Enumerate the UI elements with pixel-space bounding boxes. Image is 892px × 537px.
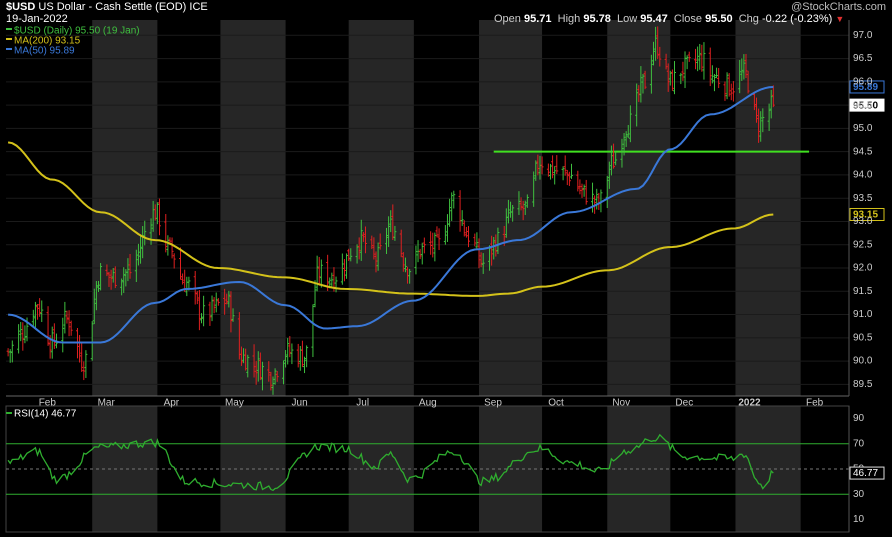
x-tick-label: 2022 [738,398,761,409]
price-tick-label: 91.5 [853,286,873,297]
month-band [735,20,801,396]
high-label: High [557,13,581,25]
month-band [348,20,414,396]
price-tick-label: 92.0 [853,263,873,274]
price-tick-label: 93.0 [853,216,873,227]
x-tick-label: Jul [356,398,369,409]
price-tick-label: 90.5 [853,332,873,343]
month-band [92,20,158,396]
x-tick-label: Feb [806,398,824,409]
close-label: Close [673,13,703,25]
price-tick-label: 95.5 [853,100,873,111]
instrument-name: US Dollar - Cash Settle (EOD) [38,1,187,13]
exchange: ICE [189,1,208,13]
x-tick-label: Sep [484,398,502,409]
price-tick-label: 92.5 [853,239,873,250]
change-value: -0.22 (-0.23%) [761,13,833,25]
rsi-legend-swatch [6,412,12,414]
close-value: 95.50 [705,13,733,25]
ohlc-readout: Open 95.71 High 95.78 Low 95.47 Close 95… [494,13,844,25]
legend-swatch [6,48,12,50]
open-value: 95.71 [523,13,552,25]
price-tick-label: 89.5 [853,379,873,390]
rsi-tick-label: 30 [853,489,865,500]
month-band [607,20,671,396]
x-tick-label: Aug [419,398,437,409]
price-tick-label: 90.0 [853,356,873,367]
x-tick-label: Nov [612,398,630,409]
x-tick-label: Apr [164,398,180,409]
month-band-rsi [92,406,158,532]
price-tick-label: 96.0 [853,76,873,87]
rsi-tick-label: 70 [853,438,865,449]
x-tick-label: May [225,398,244,409]
x-tick-label: Jun [292,398,308,409]
open-label: Open [494,13,521,25]
price-tick-label: 94.0 [853,170,873,181]
rsi-tick-label: 90 [853,413,865,424]
change-label: Chg [738,13,759,25]
x-tick-label: Feb [39,398,57,409]
x-tick-label: Mar [98,398,116,409]
chart-title: $USD US Dollar - Cash Settle (EOD) ICE [6,1,208,13]
price-tick-label: 97.0 [853,30,873,41]
legend-entry: MA(50) 95.89 [14,46,75,57]
low-value: 95.47 [640,13,668,25]
low-label: Low [616,13,638,25]
price-tick-label: 94.5 [853,146,873,157]
month-band [220,20,286,396]
price-tick-label: 95.0 [853,123,873,134]
legend-swatch [6,28,12,30]
rsi-legend-entry: RSI(14) 46.77 [14,409,77,420]
stock-chart: 95.8995.5093.15 907050301046.77 FebMarAp… [5,20,885,533]
legend-swatch [6,38,12,40]
price-y-axis: 97.0 96.5 96.0 95.5 95.0 94.5 94.0 93.5 93.0 92.5… [848,20,873,532]
rsi-value-tag-text: 46.77 [853,468,878,479]
symbol: $USD [6,1,36,13]
watermark: @StockCharts.com [791,1,886,13]
rsi-tick-label: 10 [853,514,865,525]
price-tick-label: 96.5 [853,53,873,64]
down-triangle-icon: ▼ [835,14,845,24]
chart-date: 19-Jan-2022 [6,13,68,25]
x-tick-label: Dec [675,398,693,409]
price-tick-label: 91.0 [853,309,873,320]
price-tick-label: 93.5 [853,193,873,204]
x-tick-label: Oct [548,398,564,409]
high-value: 95.78 [583,13,611,25]
month-bands [92,20,801,532]
